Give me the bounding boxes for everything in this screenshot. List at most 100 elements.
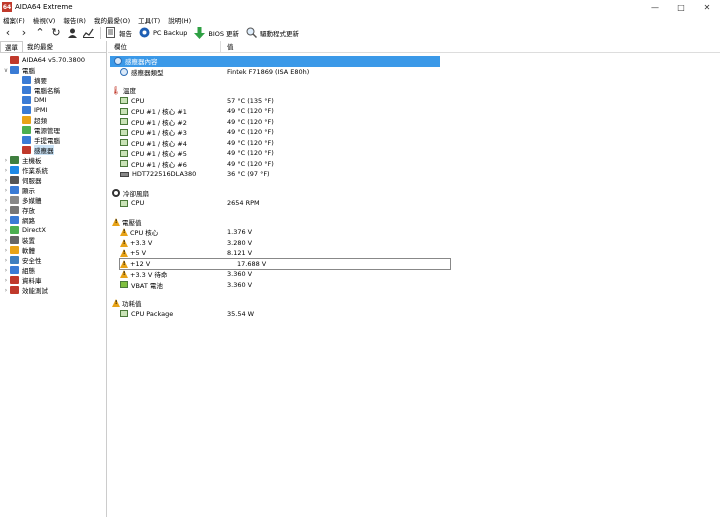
tree-item-icon <box>10 276 19 284</box>
sensor-label: CPU 核心 <box>130 229 159 238</box>
tree-item-icon <box>22 106 31 114</box>
tab-favorites[interactable]: 我的最愛 <box>23 41 57 52</box>
tree-item[interactable]: › 資料庫 <box>0 275 106 285</box>
sensor-label: CPU #1 / 核心 #6 <box>131 160 187 169</box>
column-field-header[interactable]: 欄位 <box>108 41 221 52</box>
menu-tools[interactable]: 工具(T) <box>138 15 160 25</box>
tree-item[interactable]: DMI <box>0 95 106 105</box>
sensor-row[interactable]: CPU 核心 1.376 V <box>108 227 720 238</box>
expand-chevron-icon[interactable]: › <box>2 227 10 234</box>
tree-item[interactable]: › 組態 <box>0 265 106 275</box>
sensor-label: CPU #1 / 核心 #1 <box>131 108 187 117</box>
bios-update-button[interactable]: BIOS 更新 <box>194 26 239 39</box>
expand-chevron-icon[interactable]: › <box>2 267 10 274</box>
menu-help[interactable]: 說明(H) <box>168 15 191 25</box>
column-value-header[interactable]: 值 <box>221 41 234 52</box>
menu-view[interactable]: 檢視(V) <box>33 15 56 25</box>
sensor-row[interactable]: CPU 2654 RPM <box>108 198 720 209</box>
tree-item[interactable]: 超頻 <box>0 115 106 125</box>
fan-icon <box>112 188 120 197</box>
tree-item[interactable]: IPMI <box>0 105 106 115</box>
sensor-value: 17.688 V <box>237 259 267 268</box>
expand-chevron-icon[interactable]: › <box>2 197 10 204</box>
tree-item[interactable]: › 伺服器 <box>0 175 106 185</box>
maximize-button[interactable]: □ <box>668 0 694 14</box>
tree-item[interactable]: › 安全性 <box>0 255 106 265</box>
expand-chevron-icon[interactable]: › <box>2 187 10 194</box>
sensor-row[interactable]: +5 V 8.121 V <box>108 248 720 259</box>
sensor-value: 36 °C (97 °F) <box>227 170 270 179</box>
sensor-label: +5 V <box>130 249 147 258</box>
chart-icon[interactable] <box>80 26 96 40</box>
expand-chevron-icon[interactable]: › <box>2 207 10 214</box>
tree-item[interactable]: 電腦名稱 <box>0 85 106 95</box>
sensor-value: Fintek F71869 (ISA E80h) <box>227 67 310 76</box>
sensor-icon <box>120 67 128 76</box>
tree-item[interactable]: › 裝置 <box>0 235 106 245</box>
tree-item[interactable]: 摘要 <box>0 75 106 85</box>
sensor-row[interactable]: +12 V 17.688 V <box>119 257 451 270</box>
pc-backup-button[interactable]: PC Backup <box>139 27 187 38</box>
report-button[interactable]: 報告 <box>105 27 132 38</box>
tree-item[interactable]: › 軟體 <box>0 245 106 255</box>
forward-icon[interactable]: › <box>16 26 32 40</box>
sensor-row[interactable]: +3.3 V 待命 3.360 V <box>108 269 720 280</box>
expand-chevron-icon[interactable]: › <box>2 247 10 254</box>
driver-update-button[interactable]: 驅動程式更新 <box>246 27 299 38</box>
menu-favorites[interactable]: 我的最愛(O) <box>94 15 130 25</box>
close-button[interactable]: ✕ <box>694 0 720 14</box>
sensor-value: 3.360 V <box>227 280 253 289</box>
tree-item[interactable]: 感應器 <box>0 145 106 155</box>
sensor-row[interactable]: CPU #1 / 核心 #4 49 °C (120 °F) <box>108 138 720 149</box>
menu-file[interactable]: 檔案(F) <box>3 15 25 25</box>
section-header[interactable]: 功耗值 <box>108 298 720 309</box>
section-header[interactable]: 感應器內容 <box>110 56 440 67</box>
expand-chevron-icon[interactable]: ∨ <box>2 67 10 74</box>
tree-item[interactable]: 手提電腦 <box>0 135 106 145</box>
refresh-icon[interactable]: ↻ <box>48 26 64 40</box>
sensor-row[interactable]: CPU Package 35.54 W <box>108 309 720 320</box>
sensor-row[interactable]: VBAT 電池 3.360 V <box>108 280 720 291</box>
expand-chevron-icon[interactable]: › <box>2 177 10 184</box>
tree-item[interactable]: › 存放 <box>0 205 106 215</box>
tree-item-label: 軟體 <box>22 247 35 255</box>
tree-item[interactable]: › 網路 <box>0 215 106 225</box>
expand-chevron-icon[interactable]: › <box>2 277 10 284</box>
tree-item[interactable]: › 作業系統 <box>0 165 106 175</box>
tree-item[interactable]: › 顯示 <box>0 185 106 195</box>
tree-item[interactable]: 電源管理 <box>0 125 106 135</box>
expand-chevron-icon[interactable]: › <box>2 217 10 224</box>
sensor-row[interactable]: CPU #1 / 核心 #1 49 °C (120 °F) <box>108 106 720 117</box>
sensor-row[interactable]: CPU 57 °C (135 °F) <box>108 96 720 107</box>
expand-chevron-icon[interactable]: › <box>2 237 10 244</box>
sensor-row[interactable]: CPU #1 / 核心 #2 49 °C (120 °F) <box>108 117 720 128</box>
tree-item[interactable]: ∨ 電腦 <box>0 65 106 75</box>
sensor-row[interactable]: CPU #1 / 核心 #3 49 °C (120 °F) <box>108 127 720 138</box>
section-header[interactable]: 🌡 溫度 <box>108 85 720 96</box>
expand-chevron-icon[interactable]: › <box>2 157 10 164</box>
sensor-label: +12 V <box>130 259 151 268</box>
section-header[interactable]: 電壓值 <box>108 217 720 228</box>
minimize-button[interactable]: — <box>642 0 668 14</box>
menu-report[interactable]: 報告(R) <box>63 15 86 25</box>
section-header[interactable]: 冷卻風扇 <box>108 188 720 199</box>
user-icon[interactable] <box>64 26 80 40</box>
tab-menu[interactable]: 選單 <box>0 41 23 52</box>
expand-chevron-icon[interactable]: › <box>2 287 10 294</box>
sensor-row[interactable]: HDT722516DLA380 36 °C (97 °F) <box>108 169 720 180</box>
sensor-row[interactable]: CPU #1 / 核心 #6 49 °C (120 °F) <box>108 159 720 170</box>
hard-drive-icon <box>120 171 129 177</box>
back-icon[interactable]: ‹ <box>0 26 16 40</box>
expand-chevron-icon[interactable]: › <box>2 257 10 264</box>
tree-item[interactable]: AIDA64 v5.70.3800 <box>0 55 106 65</box>
tree-item[interactable]: › DirectX <box>0 225 106 235</box>
up-icon[interactable]: ⌃ <box>32 26 48 40</box>
sensor-row[interactable]: CPU #1 / 核心 #5 49 °C (120 °F) <box>108 148 720 159</box>
tree-item[interactable]: › 主機板 <box>0 155 106 165</box>
sensor-row[interactable]: +3.3 V 3.280 V <box>108 238 720 249</box>
tree-item[interactable]: › 多媒體 <box>0 195 106 205</box>
tree-item[interactable]: › 效能測試 <box>0 285 106 295</box>
expand-chevron-icon[interactable]: › <box>2 167 10 174</box>
sensor-row[interactable]: 感應器類型 Fintek F71869 (ISA E80h) <box>108 67 720 78</box>
sensor-chip-icon <box>120 160 128 168</box>
